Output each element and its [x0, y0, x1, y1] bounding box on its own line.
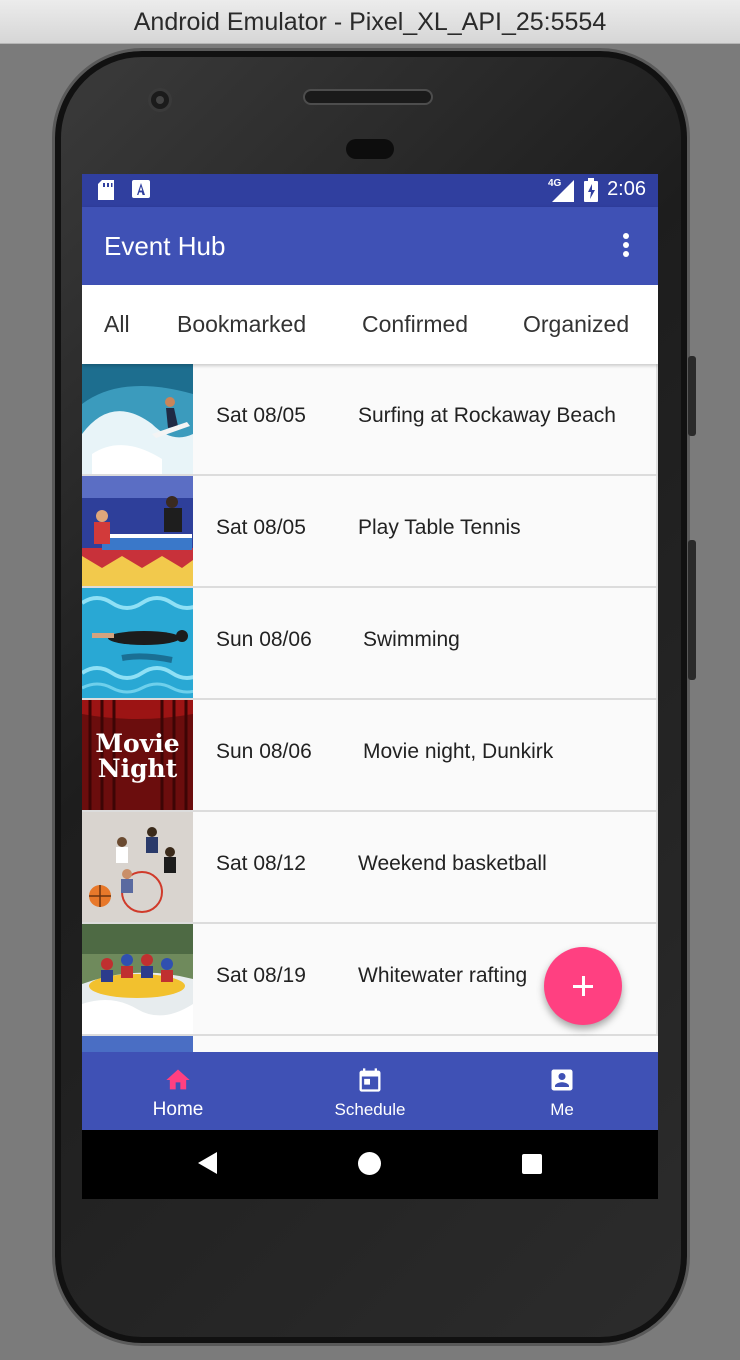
status-time: 2:06: [607, 178, 646, 200]
event-title: Weekend basketball: [358, 852, 547, 875]
tab-organized[interactable]: Organized: [523, 311, 629, 338]
system-navigation-bar: [82, 1130, 658, 1199]
tab-all[interactable]: All: [104, 311, 130, 338]
event-date: Sat 08/05: [216, 404, 306, 427]
event-image-table-tennis: [82, 476, 193, 586]
nav-home[interactable]: Home: [82, 1052, 274, 1130]
row-edge: [656, 476, 658, 586]
power-button[interactable]: [688, 356, 696, 436]
row-edge: [656, 700, 658, 810]
tab-confirmed[interactable]: Confirmed: [362, 311, 468, 338]
nav-schedule[interactable]: Schedule: [274, 1052, 466, 1130]
account-box-icon: [548, 1066, 576, 1094]
event-image-basketball: [82, 812, 193, 922]
event-date: Sat 08/12: [216, 852, 306, 875]
proximity-sensor: [346, 139, 394, 159]
back-icon[interactable]: [198, 1152, 217, 1174]
calendar-icon: [356, 1066, 384, 1094]
row-edge: [656, 812, 658, 922]
device-screen: 4G 2:06 Event Hub All Bookmarked Confirm…: [82, 174, 658, 1199]
event-row[interactable]: Sat 08/05 Play Table Tennis: [82, 476, 658, 588]
event-row[interactable]: Sat 08/05 Surfing at Rockaway Beach: [82, 364, 658, 476]
event-date: Sat 08/05: [216, 516, 306, 539]
event-title: Swimming: [363, 628, 460, 651]
event-date: Sun 08/06: [216, 628, 312, 651]
app-title: Event Hub: [104, 231, 226, 261]
event-title: Play Table Tennis: [358, 516, 521, 539]
nav-me[interactable]: Me: [466, 1052, 658, 1130]
recents-icon[interactable]: [522, 1154, 542, 1174]
app-bar: Event Hub: [82, 207, 658, 285]
nav-me-label: Me: [550, 1100, 574, 1119]
nav-home-label: Home: [152, 1099, 204, 1120]
event-image-swimming: [82, 588, 193, 698]
earpiece-speaker: [303, 89, 433, 105]
row-edge: [656, 364, 658, 474]
signal-icon: [552, 180, 574, 207]
font-a-icon: [132, 180, 150, 203]
window-title: Android Emulator - Pixel_XL_API_25:5554: [133, 8, 607, 36]
home-circle-icon[interactable]: [358, 1152, 381, 1175]
event-title: Movie night, Dunkirk: [363, 740, 554, 763]
tab-bar: All Bookmarked Confirmed Organized: [82, 285, 658, 364]
event-date: Sat 08/19: [216, 964, 306, 987]
sd-card-icon: [98, 180, 114, 205]
add-event-fab[interactable]: [544, 947, 622, 1025]
event-image-movie-night: [82, 700, 193, 810]
bottom-navigation: Home Schedule Me: [82, 1052, 658, 1130]
event-title: Surfing at Rockaway Beach: [358, 404, 616, 427]
event-date: Sun 08/06: [216, 740, 312, 763]
more-vert-icon[interactable]: [616, 233, 636, 261]
battery-charging-icon: [584, 178, 598, 207]
row-edge: [656, 588, 658, 698]
event-row[interactable]: Sat 08/12 Weekend basketball: [82, 812, 658, 924]
event-image-partial: [82, 1036, 193, 1052]
tab-bookmarked[interactable]: Bookmarked: [177, 311, 306, 338]
window-title-bar: Android Emulator - Pixel_XL_API_25:5554: [0, 0, 740, 44]
status-bar: 4G 2:06: [82, 174, 658, 207]
volume-button[interactable]: [688, 540, 696, 680]
nav-schedule-label: Schedule: [334, 1100, 406, 1119]
home-icon: [164, 1066, 192, 1094]
row-edge: [656, 924, 658, 1034]
event-row[interactable]: [82, 1036, 658, 1052]
event-title: Whitewater rafting: [358, 964, 528, 987]
event-image-surfing: [82, 364, 193, 474]
event-row[interactable]: Sun 08/06 Movie night, Dunkirk: [82, 700, 658, 812]
event-image-rafting: [82, 924, 193, 1034]
event-row[interactable]: Sun 08/06 Swimming: [82, 588, 658, 700]
front-camera: [148, 88, 172, 112]
